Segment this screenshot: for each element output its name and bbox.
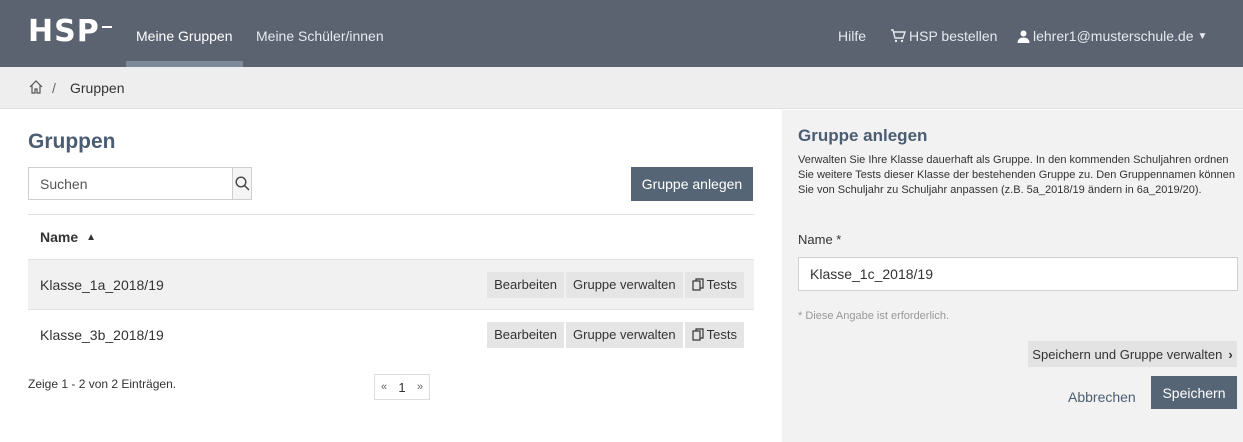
pager-page-1[interactable]: 1 (393, 375, 411, 399)
pager-prev[interactable]: « (375, 375, 393, 399)
top-navbar: HSP Meine Gruppen Meine Schüler/innen Hi… (0, 0, 1243, 67)
group-name: Klasse_3b_2018/19 (40, 326, 164, 343)
hsp-logo[interactable]: HSP (28, 14, 112, 49)
manage-group-button[interactable]: Gruppe verwalten (566, 271, 683, 298)
edit-button[interactable]: Bearbeiten (487, 271, 565, 298)
group-name-field[interactable]: Klasse_1c_2018/19 (798, 257, 1238, 291)
breadcrumb-separator: / (52, 80, 56, 96)
group-name: Klasse_1a_2018/19 (40, 276, 164, 293)
tests-label: Tests (706, 327, 737, 342)
create-group-button[interactable]: Gruppe anlegen (631, 167, 753, 201)
logo-mark (101, 26, 112, 28)
user-icon (1017, 30, 1030, 43)
table-row: Klasse_3b_2018/19 Bearbeiten Gruppe verw… (28, 309, 754, 359)
save-button[interactable]: Speichern (1151, 376, 1237, 409)
cart-icon (891, 29, 906, 43)
pager-next[interactable]: » (411, 375, 429, 399)
table-row: Klasse_1a_2018/19 Bearbeiten Gruppe verw… (28, 259, 754, 309)
name-label: Name * (798, 232, 842, 247)
search-box (28, 167, 252, 200)
edit-button[interactable]: Bearbeiten (487, 321, 565, 348)
tests-label: Tests (706, 277, 737, 292)
copy-icon (692, 278, 704, 291)
nav-my-groups[interactable]: Meine Gruppen (126, 0, 243, 67)
tests-button[interactable]: Tests (684, 321, 744, 348)
required-hint: * Diese Angabe ist erforderlich. (798, 310, 950, 322)
save-and-manage-button[interactable]: Speichern und Gruppe verwalten › (1028, 341, 1237, 367)
row-actions: Bearbeiten Gruppe verwalten Tests (487, 271, 744, 298)
table-summary: Zeige 1 - 2 von 2 Einträgen. (28, 377, 177, 391)
breadcrumb: / Gruppen (0, 67, 1243, 109)
search-input[interactable] (29, 168, 232, 199)
form-description: Verwalten Sie Ihre Klasse dauerhaft als … (798, 154, 1236, 196)
nav-user-email: lehrer1@musterschule.de (1033, 28, 1194, 44)
search-icon (234, 176, 250, 191)
chevron-down-icon: ▼ (1197, 31, 1208, 43)
search-button[interactable] (232, 168, 251, 199)
save-and-manage-label: Speichern und Gruppe verwalten (1032, 346, 1223, 362)
nav-my-students[interactable]: Meine Schüler/innen (246, 0, 394, 67)
pagination: « 1 » (374, 374, 430, 400)
column-header-name[interactable]: Name ▲ (28, 214, 754, 259)
chevron-right-icon: › (1228, 346, 1233, 362)
home-icon[interactable] (28, 79, 44, 95)
form-title: Gruppe anlegen (798, 126, 928, 145)
row-actions: Bearbeiten Gruppe verwalten Tests (487, 321, 744, 348)
create-group-panel: Gruppe anlegen Verwalten Sie Ihre Klasse… (782, 110, 1243, 442)
cancel-button[interactable]: Abbrechen (1068, 382, 1136, 412)
nav-help[interactable]: Hilfe (838, 0, 866, 67)
logo-text: HSP (28, 14, 100, 49)
copy-icon (692, 328, 704, 341)
breadcrumb-current: Gruppen (70, 80, 125, 96)
groups-table: Name ▲ Klasse_1a_2018/19 Bearbeiten Grup… (28, 214, 754, 359)
page-title: Gruppen (28, 130, 116, 153)
nav-order-label: HSP bestellen (909, 28, 998, 44)
nav-order-hsp[interactable]: HSP bestellen (890, 0, 997, 67)
manage-group-button[interactable]: Gruppe verwalten (566, 321, 683, 348)
column-header-label: Name (40, 229, 79, 245)
groups-panel: Gruppen Gruppe anlegen Name ▲ Klasse_1a_… (14, 110, 782, 442)
nav-user-menu[interactable]: lehrer1@musterschule.de ▼ (1017, 0, 1207, 67)
tests-button[interactable]: Tests (684, 271, 744, 298)
sort-asc-icon: ▲ (86, 231, 97, 243)
